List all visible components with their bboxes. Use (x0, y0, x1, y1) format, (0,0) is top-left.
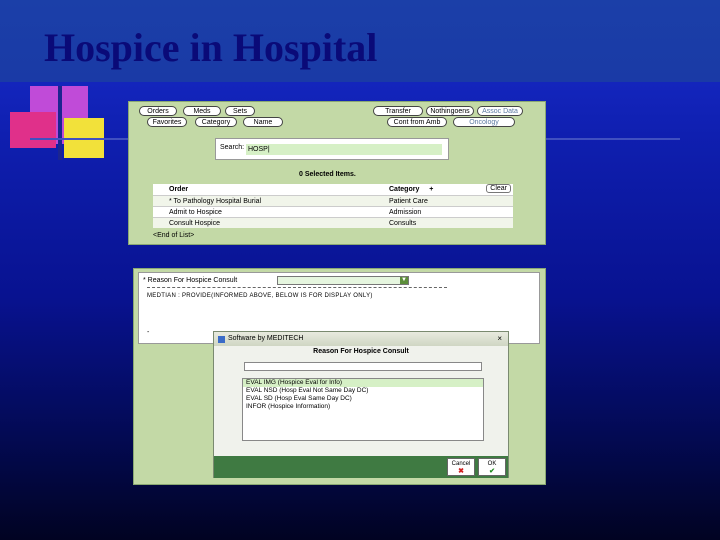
tab-assoc-data[interactable]: Assoc Data (477, 106, 523, 116)
cancel-label: Cancel (451, 461, 471, 467)
search-input[interactable]: HOSP| (246, 144, 442, 155)
ok-button[interactable]: OK ✔ (478, 458, 506, 476)
table-header: Order Category + Clear (153, 184, 513, 195)
add-icon[interactable]: + (429, 186, 433, 193)
list-item[interactable]: EVAL NSD (Hosp Eval Not Same Day DC) (243, 387, 483, 395)
dialog-search-input[interactable] (244, 362, 482, 371)
dialog-heading: Reason For Hospice Consult (313, 348, 409, 355)
reason-dropdown[interactable]: ▼ (277, 276, 409, 285)
category-cell: Consults (389, 220, 417, 227)
tab-nothingoens[interactable]: Nothingoens (426, 106, 474, 116)
order-table: Order Category + Clear * To Pathology Ho… (153, 184, 513, 228)
tab-favorites[interactable]: Favorites (147, 117, 187, 127)
option-list: EVAL IMG (Hospice Eval for Info) EVAL NS… (242, 378, 484, 441)
tab-oncology[interactable]: Oncology (453, 117, 515, 127)
table-row[interactable]: * To Pathology Hospital Burial Patient C… (153, 195, 513, 206)
page-title: Hospice in Hospital (44, 25, 378, 70)
close-icon[interactable]: × (497, 332, 502, 346)
reason-dialog: Software by MEDITECH × Reason For Hospic… (213, 331, 509, 478)
tab-sets[interactable]: Sets (225, 106, 255, 116)
column-header-category: Category + Clear (383, 184, 513, 195)
decorative-square (10, 112, 56, 148)
order-search-panel: Orders Meds Sets Transfer Nothingoens As… (128, 101, 546, 245)
app-icon (218, 336, 225, 343)
order-cell: * To Pathology Hospital Burial (169, 198, 262, 205)
tab-meds[interactable]: Meds (183, 106, 221, 116)
tab-category[interactable]: Category (195, 117, 237, 127)
end-of-list: <End of List> (153, 232, 195, 239)
dialog-window-title: Software by MEDITECH (228, 335, 304, 342)
clear-button[interactable]: Clear (486, 184, 511, 193)
tab-orders[interactable]: Orders (139, 106, 177, 116)
category-cell: Admission (389, 209, 422, 216)
list-item[interactable]: INFOR (Hospice Information) (243, 403, 483, 411)
dash-mark: - (147, 329, 150, 336)
x-icon: ✖ (458, 468, 464, 475)
column-header-category-label: Category (389, 186, 420, 193)
reason-label: * Reason For Hospice Consult (143, 277, 238, 284)
decorative-line (58, 86, 62, 160)
ok-label: OK (487, 461, 497, 467)
search-box: Search: HOSP| (215, 138, 449, 160)
cancel-button[interactable]: Cancel ✖ (447, 458, 475, 476)
list-item[interactable]: EVAL SD (Hosp Eval Same Day DC) (243, 395, 483, 403)
selected-count: 0 Selected Items. (299, 171, 356, 178)
order-cell: Admit to Hospice (169, 209, 222, 216)
column-header-order: Order (169, 186, 189, 193)
table-row[interactable]: Admit to Hospice Admission (153, 206, 513, 217)
order-cell: Consult Hospice (169, 220, 220, 227)
list-item[interactable]: EVAL IMG (Hospice Eval for Info) (243, 379, 483, 387)
display-caption: MEDTIAN : PROVIDE(INFORMED ABOVE, BELOW … (147, 293, 373, 299)
divider (147, 287, 447, 288)
table-row[interactable]: Consult Hospice Consults (153, 217, 513, 228)
tab-transfer[interactable]: Transfer (373, 106, 423, 116)
category-cell: Patient Care (389, 198, 428, 205)
dialog-title-bar: Software by MEDITECH × (214, 332, 508, 346)
search-label: Search: (220, 144, 245, 151)
tab-name[interactable]: Name (243, 117, 283, 127)
tab-cont-from-amb[interactable]: Cont from Amb (387, 117, 447, 127)
check-icon: ✔ (489, 468, 495, 475)
chevron-down-icon[interactable]: ▼ (400, 277, 408, 284)
dialog-footer: Cancel ✖ OK ✔ (214, 456, 508, 478)
